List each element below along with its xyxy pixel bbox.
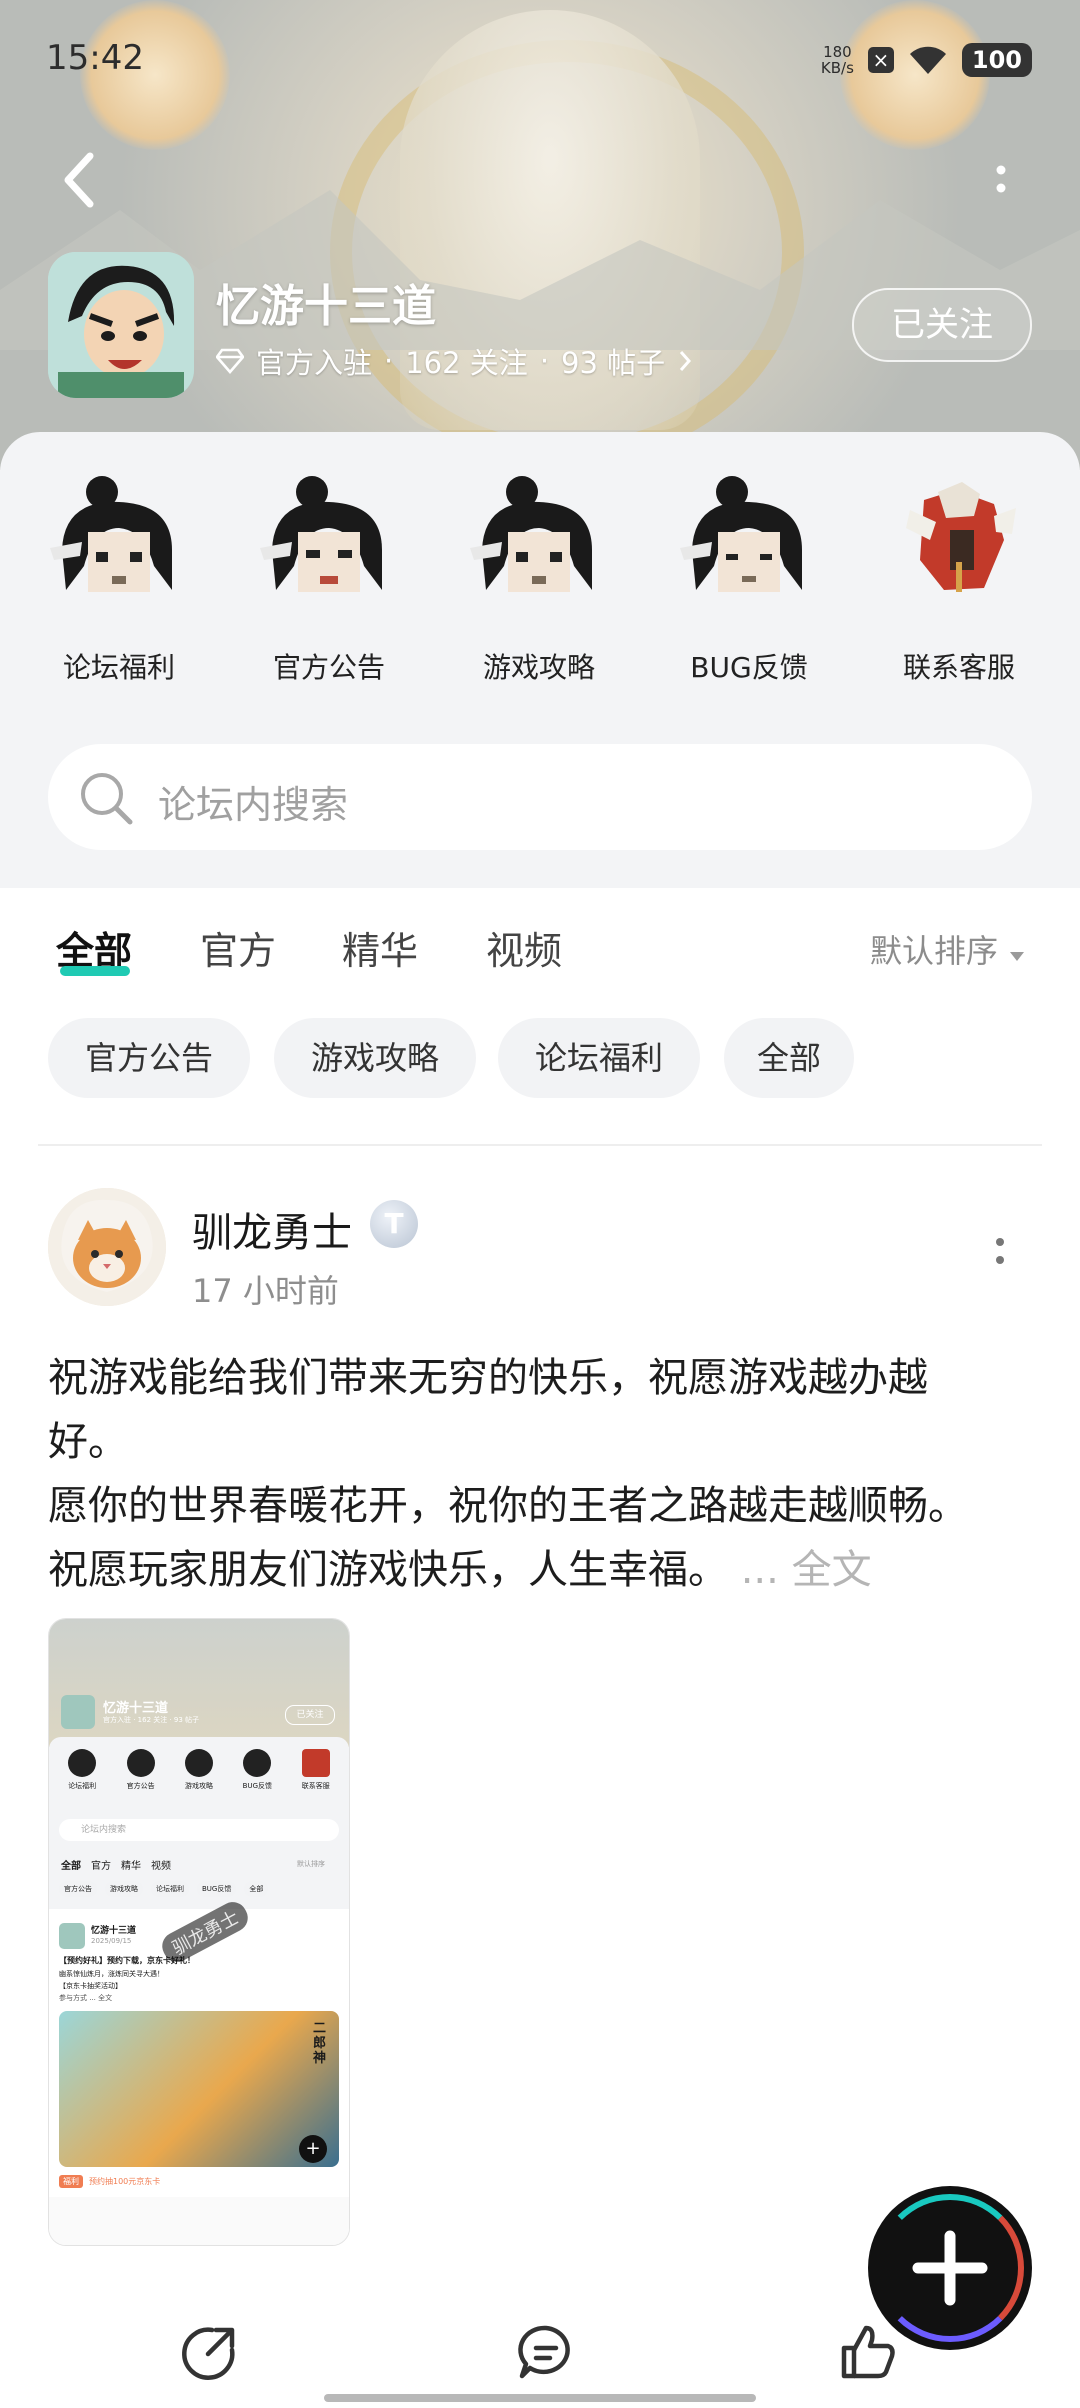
meta-separator: ·: [384, 344, 394, 378]
official-diamond-icon: [216, 348, 244, 374]
net-speed: 180 KB/s: [820, 43, 854, 77]
thumb-post-line: 参与方式 ... 全文: [59, 1994, 113, 2002]
channel-bug-feedback[interactable]: BUG反馈: [664, 470, 834, 686]
thumb-nav-bar: [49, 2197, 349, 2245]
notification-icon: ×: [867, 47, 894, 73]
more-vertical-icon[interactable]: [990, 160, 1012, 200]
sort-dropdown[interactable]: 默认排序: [870, 926, 1026, 972]
post-image-thumbnail[interactable]: 忆游十三道 官方入驻 · 162 关注 · 93 帖子 已关注 论坛福利 官方公…: [48, 1618, 350, 2246]
channel-label: BUG反馈: [690, 651, 808, 684]
post-line: 愿你的世界春暖花开，祝你的王者之路越走越顺畅。: [48, 1483, 968, 1529]
thumb-meta: 官方入驻 · 162 关注 · 93 帖子: [103, 1716, 200, 1724]
forum-search-bar[interactable]: 论坛内搜索: [48, 744, 1032, 850]
channel-label: 游戏攻略: [482, 651, 595, 684]
divider: [38, 1144, 1042, 1146]
warrior-icon: [906, 482, 1016, 592]
battery-indicator: 100: [961, 43, 1032, 77]
follow-button[interactable]: 已关注: [852, 288, 1032, 362]
post-line: 祝游戏能给我们带来无穷的快乐，祝愿游戏越办越: [48, 1355, 928, 1401]
filter-chip[interactable]: 论坛福利: [498, 1018, 700, 1098]
channel-official-notice[interactable]: 官方公告: [244, 470, 414, 686]
search-icon: [81, 773, 133, 825]
thumb-banner-art: 二郎神 +: [59, 2011, 339, 2167]
thumb-channels: 论坛福利 官方公告 游戏攻略 BUG反馈 联系客服: [53, 1749, 345, 1791]
thumb-banner-text: 二郎神: [313, 2021, 327, 2066]
post-line: 好。: [48, 1419, 128, 1465]
tab-official[interactable]: 官方: [200, 920, 276, 975]
tab-video[interactable]: 视频: [486, 920, 562, 975]
thumb-post-line: 幽系惊仙炼月，涨炼同关寻大遇！: [59, 1970, 164, 1978]
post-time: 17 小时前: [192, 1272, 339, 1310]
channel-label: 论坛福利: [62, 651, 175, 684]
meta-separator: ·: [539, 344, 550, 378]
filter-chip[interactable]: 游戏攻略: [274, 1018, 476, 1098]
thumb-chips: 官方公告 游戏攻略 论坛福利 BUG反馈 全部: [59, 1881, 269, 1897]
post-author-name[interactable]: 驯龙勇士: [192, 1200, 352, 1258]
thumb-post-author: 忆游十三道: [91, 1926, 137, 1936]
thumb-sort: 默认排序: [297, 1860, 325, 1868]
channel-label: 联系客服: [902, 651, 1015, 684]
forum-title: 忆游十三道: [216, 281, 436, 332]
user-level-badge: T: [370, 1200, 418, 1248]
pixel-character-icon: [680, 476, 802, 592]
thumb-tabs: 全部 官方 精华 视频: [61, 1861, 171, 1872]
chevron-right-icon[interactable]: [677, 348, 693, 374]
thumb-post-date: 2025/09/15: [91, 1937, 132, 1945]
filter-chip[interactable]: 全部: [724, 1018, 854, 1098]
status-time: 15:42: [46, 38, 144, 78]
channel-forum-welfare[interactable]: 论坛福利: [34, 470, 204, 686]
back-arrow-icon[interactable]: [58, 150, 102, 210]
channel-game-guide[interactable]: 游戏攻略: [454, 470, 624, 686]
caret-down-icon: [1010, 952, 1025, 961]
official-label: 官方入驻: [256, 346, 373, 380]
like-icon[interactable]: [838, 2322, 898, 2382]
followers-count[interactable]: 162 关注: [405, 340, 528, 382]
thumb-title: 忆游十三道: [103, 1701, 169, 1716]
wifi-icon: [909, 46, 946, 74]
thumb-promo: 福利 预约抽100元京东卡: [59, 2175, 160, 2188]
post-content[interactable]: 祝游戏能给我们带来无穷的快乐，祝愿游戏越办越 好。 愿你的世界春暖花开，祝你的王…: [48, 1346, 1038, 1602]
share-icon[interactable]: [180, 2322, 240, 2382]
read-more-link[interactable]: ... 全文: [741, 1547, 872, 1593]
thumb-search: 论坛内搜索: [59, 1819, 339, 1841]
thumb-post-line: 【京东卡抽奖活动】: [59, 1982, 122, 1990]
post-line: 祝愿玩家朋友们游戏快乐，人生幸福。 ... 全文: [48, 1547, 872, 1593]
active-tab-indicator: [60, 966, 130, 976]
home-indicator[interactable]: [324, 2394, 756, 2402]
pixel-character-icon: [260, 476, 382, 592]
pixel-character-icon: [50, 476, 172, 592]
comment-icon[interactable]: [516, 2322, 576, 2382]
channel-label: 官方公告: [272, 651, 385, 684]
posts-count[interactable]: 93 帖子: [561, 340, 665, 382]
filter-chip[interactable]: 官方公告: [48, 1018, 250, 1098]
tab-featured[interactable]: 精华: [342, 920, 418, 975]
thumb-fab: +: [299, 2135, 327, 2163]
thumb-post-avatar: [59, 1923, 85, 1949]
avatar[interactable]: [48, 1188, 166, 1306]
forum-meta: 官方入驻 · 162 关注 · 93 帖子: [216, 340, 693, 382]
status-icons: 180 KB/s × 100: [821, 40, 1032, 80]
thumb-app-icon: [61, 1695, 95, 1729]
thumb-header-bg: [49, 1619, 349, 1747]
more-vertical-icon[interactable]: [990, 1232, 1010, 1272]
sort-label: 默认排序: [870, 932, 999, 970]
pixel-character-icon: [470, 476, 592, 592]
channel-customer-service[interactable]: 联系客服: [874, 470, 1044, 686]
thumb-follow: 已关注: [285, 1705, 335, 1725]
forum-app-icon: [48, 252, 194, 398]
search-placeholder: 论坛内搜索: [158, 783, 349, 827]
